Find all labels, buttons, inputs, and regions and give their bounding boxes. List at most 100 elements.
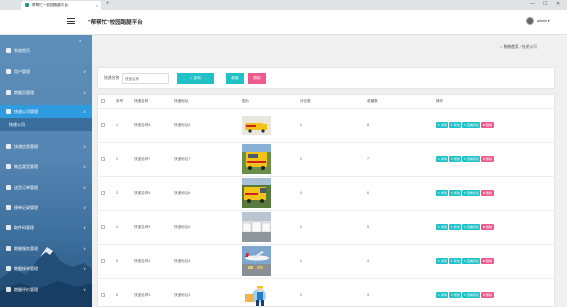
sidebar-item-runner-reviews[interactable]: 跑腿评价管理 ∨ [0,283,92,296]
sidebar-subitem-express-company[interactable]: 快递公司 [0,118,92,131]
detail-button[interactable]: ✎ 详情 [436,122,449,128]
edit-button[interactable]: ✎ 修改 [449,156,462,162]
row-delete-button[interactable]: ✖ 删除 [481,224,494,230]
detail-button[interactable]: ✎ 详情 [436,258,449,264]
express-image [239,176,297,211]
breadcrumb-home[interactable]: 系统首页 [503,45,518,49]
row-delete-button[interactable]: ✖ 删除 [481,258,494,264]
sidebar-item-express-info[interactable]: 快递信息管理 ∨ [0,140,92,153]
detail-button[interactable]: ✎ 详情 [436,224,449,230]
row-index: 3 [113,176,131,211]
tab-close-icon[interactable]: × [96,3,98,8]
row-checkbox[interactable] [98,244,113,279]
view-reviews-button[interactable]: ✎ 查看评论 [462,292,481,298]
view-reviews-button[interactable]: ✎ 查看评论 [462,156,481,162]
favorite-count: 3 [364,278,433,306]
message-icon [6,266,11,272]
row-index: 2 [113,142,131,177]
sidebar-item-accept-records[interactable]: 接单记录管理 ∨ [0,201,92,214]
table-row: 5 快递名称4 快递地址4 0 4 ✎ 详情 ✎ 修改 ✎ 查看评论 ✖ 删除 [98,244,554,279]
order-icon [6,185,11,191]
sidebar-item-item-types[interactable]: 物品类型管理 ∨ [0,160,92,173]
sidebar-item-runners[interactable]: 跑腿员管理 ∨ [0,86,92,99]
comment-count: 0 [297,210,364,245]
sidebar-item-users[interactable]: 用户管理 ∨ [0,65,92,78]
header-checkbox[interactable] [98,95,113,109]
sidebar-item-delivery-orders[interactable]: 送货订单管理 ∨ [0,181,92,194]
express-name: 快递名称3 [131,278,171,306]
row-checkbox[interactable] [98,210,113,245]
breadcrumb: ⌂ 系统首页 / 快递公司 [500,45,537,50]
row-index: 1 [113,108,131,143]
row-checkbox[interactable] [98,278,113,306]
row-checkbox[interactable] [98,108,113,143]
edit-button[interactable]: ✎ 修改 [449,292,462,298]
breadcrumb-current: 快递公司 [521,45,537,49]
view-reviews-button[interactable]: ✎ 查看评论 [462,258,481,264]
menu-toggle-icon[interactable] [67,18,75,25]
edit-button[interactable]: ✎ 修改 [449,224,462,230]
new-tab-button[interactable]: + [106,1,110,7]
column-header: 快递地址 [171,95,239,109]
edit-button[interactable]: ✎ 修改 [449,190,462,196]
express-name: 快递名称7 [131,142,171,177]
express-address: 快递地址3 [171,278,239,306]
user-menu[interactable]: admin ▾ [537,19,550,23]
grid-icon [6,287,11,293]
detail-button[interactable]: ✎ 详情 [436,190,449,196]
express-address: 快递地址7 [171,142,239,177]
table-row: 2 快递名称7 快递地址7 0 7 ✎ 详情 ✎ 修改 ✎ 查看评论 ✖ 删除 [98,142,554,177]
express-image [239,278,297,306]
chevron-down-icon: ∨ [83,69,86,74]
table-header-row: 序号 快递名称 快递地址 图片 评论数 收藏数 操作 [98,95,554,109]
comment-count: 0 [297,244,364,279]
sidebar-item-home[interactable]: 系统首页 [0,44,92,57]
view-reviews-button[interactable]: ✎ 查看评论 [462,122,481,128]
sidebar-item-pickup-codes[interactable]: 取件码管理 ∨ [0,221,92,234]
row-index: 5 [113,244,131,279]
view-reviews-button[interactable]: ✎ 查看评论 [462,190,481,196]
row-delete-button[interactable]: ✖ 删除 [481,122,494,128]
sidebar-item-express-company[interactable]: 快递公司管理 ∧ [0,105,92,118]
row-delete-button[interactable]: ✖ 删除 [481,190,494,196]
column-header: 收藏数 [364,95,433,109]
favorite-count: 4 [364,244,433,279]
sidebar-collapse-icon[interactable]: × [79,38,81,43]
view-reviews-button[interactable]: ✎ 查看评论 [462,224,481,230]
avatar[interactable] [526,17,534,25]
close-window-icon[interactable]: ✕ [556,1,560,7]
detail-button[interactable]: ✎ 详情 [436,156,449,162]
express-address: 快递地址4 [171,244,239,279]
app-root: "帮帮忙"校园跑腿平台 admin ▾ × 系统首页 用户管理 ∨ 跑腿员管理 ∨ … [0,10,567,307]
column-header: 图片 [239,95,297,109]
express-name: 快递名称6 [131,176,171,211]
express-address: 快递地址8 [171,108,239,143]
sidebar-item-runner-services[interactable]: 跑腿服务管理 ∨ [0,242,92,255]
column-header: 序号 [113,95,131,109]
favorite-count: 5 [364,210,433,245]
delete-button[interactable]: 删除 [248,73,266,84]
row-delete-button[interactable]: ✖ 删除 [481,156,494,162]
breadcrumb-separator: / [519,45,521,49]
search-input[interactable] [122,73,169,84]
minimize-icon[interactable]: — [530,1,535,7]
chevron-down-icon: ∨ [83,225,86,230]
data-table: 序号 快递名称 快递地址 图片 评论数 收藏数 操作 1 快递名称8 快递地址8… [97,94,555,307]
row-actions: ✎ 详情 ✎ 修改 ✎ 查看评论 ✖ 删除 [433,142,554,177]
row-checkbox[interactable] [98,176,113,211]
info-icon [6,144,11,150]
express-address: 快递地址6 [171,176,239,211]
column-header: 评论数 [297,95,364,109]
sidebar-item-runner-accepts[interactable]: 跑腿接单管理 ∨ [0,262,92,275]
maximize-icon[interactable]: ☐ [543,1,547,7]
express-image [239,108,297,143]
browser-tab[interactable]: 帮帮忙一校园跑腿平台 × [21,1,101,10]
edit-button[interactable]: ✎ 修改 [449,122,462,128]
row-checkbox[interactable] [98,142,113,177]
search-button[interactable]: ⌕ 查询 [177,73,214,84]
detail-button[interactable]: ✎ 详情 [436,292,449,298]
edit-button[interactable]: ✎ 修改 [449,258,462,264]
top-header: "帮帮忙"校园跑腿平台 admin ▾ [0,10,567,35]
add-button[interactable]: 新增 [226,73,244,84]
row-delete-button[interactable]: ✖ 删除 [481,292,494,298]
